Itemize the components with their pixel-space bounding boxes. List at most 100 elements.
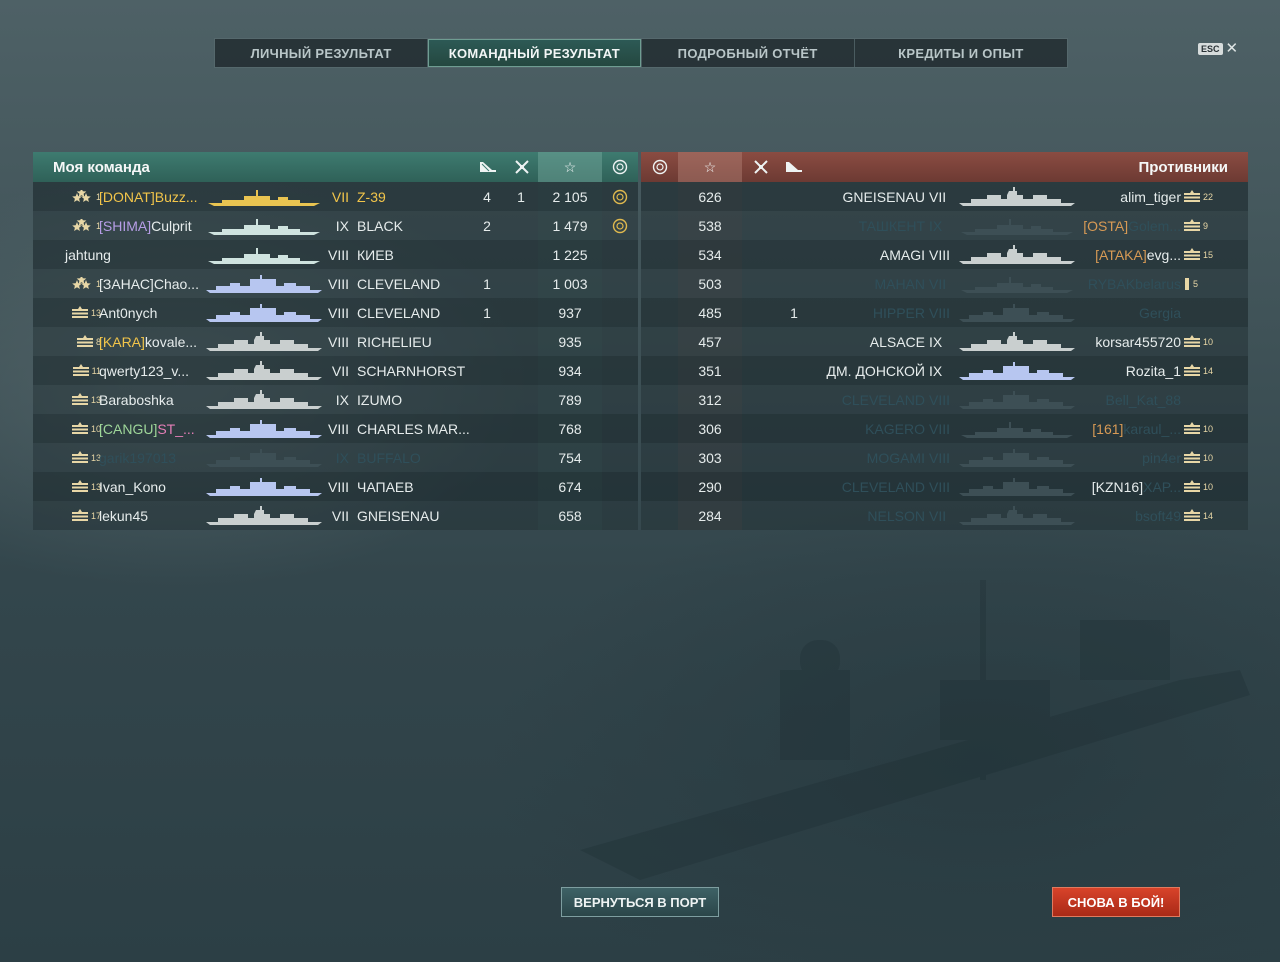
enemy-team-row[interactable]: 306 KAGERO VIII [161] karaul_... 10 — [641, 414, 1248, 443]
my-team-row[interactable]: 13 Ant0nych VIII CLEVELAND 1 937 — [33, 298, 638, 327]
my-team-row[interactable]: 8 [KARA] kovale... VIII RICHELIEU 935 — [33, 327, 638, 356]
plane-kills — [507, 327, 535, 356]
ship-tier: VIII — [327, 420, 349, 437]
enemy-team-row[interactable]: 626 GNEISENAU VII alim_tiger 22 — [641, 182, 1248, 211]
tab-team-result[interactable]: КОМАНДНЫЙ РЕЗУЛЬТАТ — [428, 39, 642, 67]
my-team-rows: 1 [DONAT] Buzz... VII Z-39 4 1 2 105 1 [SHIMA] Cul… — [33, 182, 638, 530]
player-rank — [1183, 385, 1223, 414]
rank-number: 10 — [1203, 481, 1214, 492]
enemy-team-row[interactable]: 284 NELSON VII bsoft49 14 — [641, 501, 1248, 530]
bar-rank-icon — [1185, 277, 1189, 290]
enemy-team-header: ☆ Противники — [641, 152, 1248, 182]
my-team-row[interactable]: 1 [ЗАНАС] Chao... VIII CLEVELAND 1 1 003 — [33, 269, 638, 298]
enemy-team-row[interactable]: 534 AMAGI VIII [ATAKA] evg... 15 — [641, 240, 1248, 269]
player-rank: 13 — [61, 472, 101, 501]
clan-tag: [ЗАНАС] — [99, 275, 154, 292]
ship-name: КИЕВ — [357, 246, 394, 263]
base-xp: 503 — [698, 275, 722, 292]
ship-silhouette-cell — [203, 356, 325, 385]
tab-detailed-report[interactable]: ПОДРОБНЫЙ ОТЧЁТ — [642, 39, 855, 67]
ship-silhouette-icon — [208, 189, 320, 206]
enemy-team-row[interactable]: 303 MOGAMI VIII pin4er 10 — [641, 443, 1248, 472]
player-rank — [1183, 298, 1223, 327]
bars-rank-icon — [1184, 508, 1200, 521]
player-rank: 10 — [1183, 443, 1223, 472]
my-team-row[interactable]: 1 [SHIMA] Culprit IX BLACK 2 1 479 — [33, 211, 638, 240]
close-button[interactable]: ESC ✕ — [1198, 41, 1238, 56]
ship-name: ALSACE — [869, 333, 925, 350]
bars-rank-icon — [1184, 421, 1200, 434]
tab-personal-result[interactable]: ЛИЧНЫЙ РЕЗУЛЬТАТ — [215, 39, 429, 67]
ship-silhouette-cell — [203, 443, 325, 472]
enemy-team-row[interactable]: 457 ALSACE IX korsar455720 10 — [641, 327, 1248, 356]
my-team-row[interactable]: 10 [CANGU] ST_... VIII CHARLES MAR... 768 — [33, 414, 638, 443]
player-name: Rozita_1 — [1125, 362, 1181, 379]
player-name-cell: bsoft49 — [1061, 501, 1181, 530]
ship-name: RICHELIEU — [357, 333, 432, 350]
rank-number: 15 — [1203, 249, 1214, 260]
ship-silhouette-icon — [961, 218, 1073, 235]
ship-kills — [473, 472, 501, 501]
player-name: lekun45 — [99, 507, 149, 524]
my-team-row[interactable]: jahtung VIII КИЕВ 1 225 — [33, 240, 638, 269]
ship-silhouette-cell — [203, 385, 325, 414]
ship-name: CLEVELAND — [841, 478, 925, 495]
my-team-row[interactable]: 17 lekun45 VII GNEISENAU 658 — [33, 501, 638, 530]
bars-rank-icon — [71, 421, 88, 434]
ship-kills: 1 — [483, 304, 491, 321]
player-name-cell: [ATAKA] evg... — [1061, 240, 1181, 269]
enemy-team-row[interactable]: 290 CLEVELAND VIII [KZN16] XAP... 10 — [641, 472, 1248, 501]
ship-kills-icon — [473, 152, 503, 182]
base-xp: 303 — [698, 449, 722, 466]
ship-name: NELSON — [867, 507, 925, 524]
player-rank: 5 — [1183, 269, 1223, 298]
plane-kills — [507, 269, 535, 298]
base-xp: 290 — [698, 478, 722, 495]
my-team-row[interactable]: 1 [DONAT] Buzz... VII Z-39 4 1 2 105 — [33, 182, 638, 211]
enemy-team-row[interactable]: 503 MAHAN VII RYBAKbelarus 5 — [641, 269, 1248, 298]
ship-silhouette-icon — [959, 186, 1075, 206]
ship-silhouette-icon — [208, 247, 320, 264]
ship-kills — [473, 356, 501, 385]
rank-number: 10 — [1203, 336, 1214, 347]
ship-silhouette-icon — [961, 276, 1073, 293]
my-team-row[interactable]: 13 garik197013 IX BUFFALO 754 — [33, 443, 638, 472]
ship-name: BLACK — [357, 217, 403, 234]
ship-silhouette-cell — [203, 414, 325, 443]
ship-silhouette-icon — [961, 421, 1073, 438]
background-ship-illustration — [580, 580, 1250, 880]
base-xp: 658 — [558, 507, 582, 524]
enemy-team-row[interactable]: 485 1 HIPPER VIII Gergia — [641, 298, 1248, 327]
my-team-row[interactable]: 13 Ivan_Kono VIII ЧАПАЕВ 674 — [33, 472, 638, 501]
enemy-team-row[interactable]: 538 ТАШКЕНТ IX [OSTA] Golem... 9 — [641, 211, 1248, 240]
player-rank: 11 — [61, 356, 101, 385]
ship-name: CHARLES MAR... — [357, 420, 470, 437]
clan-tag: [ATAKA] — [1095, 246, 1147, 263]
ship-silhouette-icon — [208, 218, 320, 235]
rank-number: 10 — [1203, 423, 1214, 434]
enemy-team-row[interactable]: 312 CLEVELAND VIII Bell_Kat_88 — [641, 385, 1248, 414]
battle-again-button[interactable]: СНОВА В БОЙ! — [1052, 887, 1180, 917]
player-name: qwerty123_v... — [99, 362, 190, 379]
experience-icon: ☆ — [678, 152, 742, 182]
plane-kills — [507, 414, 535, 443]
clan-tag: [161] — [1092, 420, 1124, 437]
capture-cell — [602, 356, 638, 385]
clan-tag: [KARA] — [99, 333, 145, 350]
bars-rank-icon — [72, 363, 89, 376]
bars-rank-icon — [1184, 479, 1200, 492]
plane-kills — [507, 211, 535, 240]
player-rank: 14 — [1183, 501, 1223, 530]
my-team-row[interactable]: 13 Baraboshka IX IZUMO 789 — [33, 385, 638, 414]
bars-rank-icon — [1184, 247, 1200, 260]
ship-silhouette-icon — [206, 389, 322, 409]
return-to-port-button[interactable]: ВЕРНУТЬСЯ В ПОРТ — [561, 887, 719, 917]
enemy-team-row[interactable]: 351 ДМ. ДОНСКОЙ IX Rozita_1 14 — [641, 356, 1248, 385]
capture-cell — [602, 385, 638, 414]
base-xp: 934 — [558, 362, 582, 379]
ship-name: HIPPER — [872, 304, 925, 321]
tab-credits-and-xp[interactable]: КРЕДИТЫ И ОПЫТ — [855, 39, 1067, 67]
player-name: Golem... — [1128, 217, 1181, 234]
my-team-row[interactable]: 11 qwerty123_v... VII SCHARNHORST 934 — [33, 356, 638, 385]
player-name-cell: korsar455720 — [1061, 327, 1181, 356]
